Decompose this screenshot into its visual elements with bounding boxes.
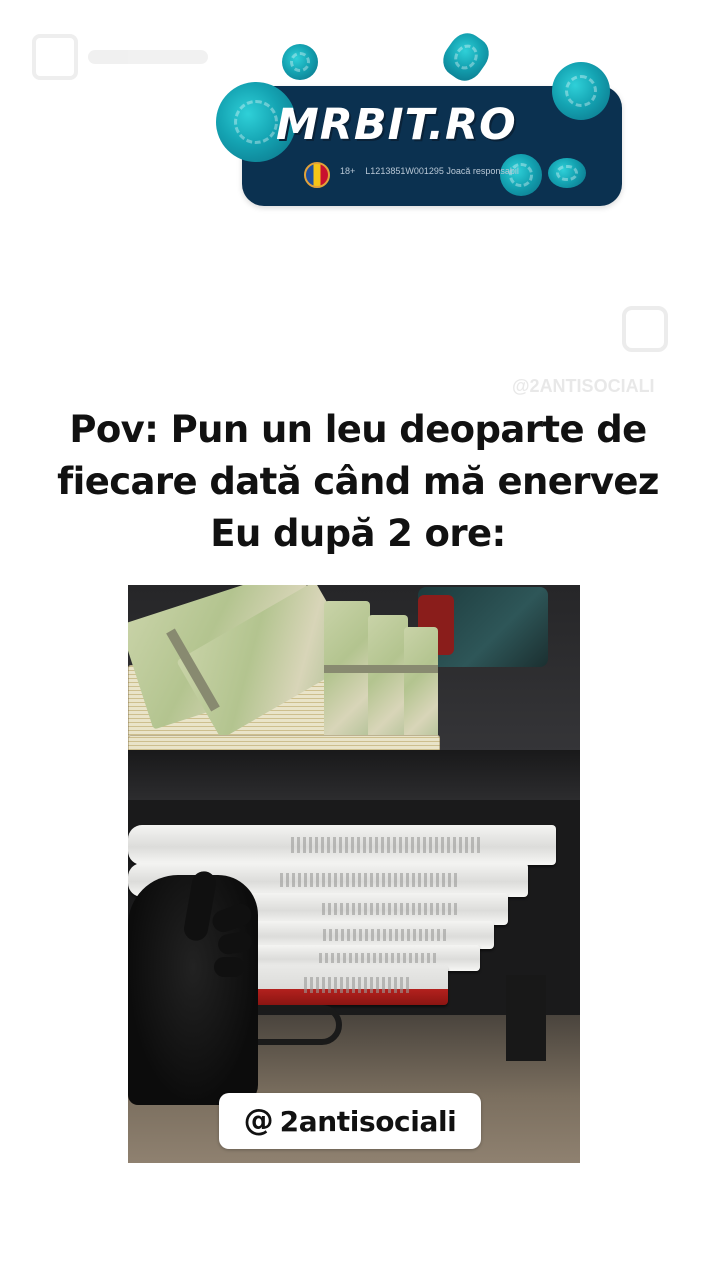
caption-line-2: fiecare dată când mă enervez — [57, 460, 659, 503]
banknote-bundle — [404, 627, 438, 751]
banknote-bundle — [368, 615, 408, 751]
instagram-watermark-icon — [622, 306, 668, 352]
age-badge: 18+ — [340, 166, 356, 176]
casino-chip-icon — [282, 44, 318, 80]
threads-icon: @ — [243, 1103, 274, 1138]
caption-line-1: Pov: Pun un leu deoparte de — [69, 408, 647, 451]
creator-handle-text: 2antisociali — [279, 1104, 457, 1138]
drawer-edge — [128, 750, 580, 800]
license-text: 18+ L1213851W001295 Joacă responsabil — [340, 166, 580, 182]
watermark-handle: @2ANTISOCIALI — [512, 376, 655, 396]
sponsor-logo: MRBIT.RO — [276, 100, 517, 150]
cabinet-leg — [506, 975, 546, 1061]
video-frame[interactable] — [128, 585, 580, 1163]
romania-flag-badge-icon — [304, 162, 330, 188]
capcut-watermark — [32, 32, 222, 82]
meme-caption: Pov: Pun un leu deoparte de fiecare dată… — [0, 404, 716, 560]
paper-roll — [128, 825, 556, 865]
caption-line-3: Eu după 2 ore: — [210, 512, 506, 555]
banknote-bundle — [324, 601, 370, 751]
creator-handle-label[interactable]: @ 2antisociali — [219, 1093, 481, 1149]
license-number: L1213851W001295 Joacă responsabil — [365, 166, 519, 176]
capcut-logo-icon — [32, 34, 78, 80]
casino-chip-icon — [436, 26, 496, 88]
